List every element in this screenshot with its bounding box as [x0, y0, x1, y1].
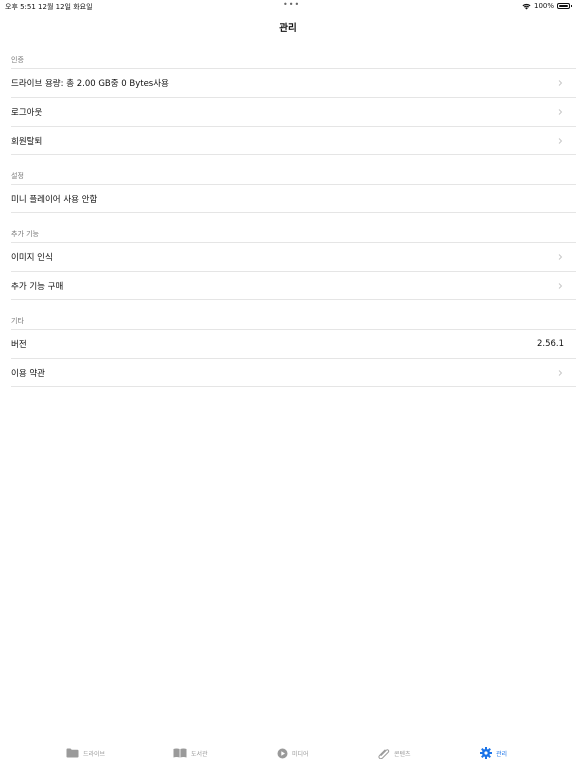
- gear-icon: [480, 747, 492, 759]
- row-purchase-features[interactable]: 추가 기능 구매: [11, 271, 576, 300]
- tab-media[interactable]: 미디어: [277, 746, 309, 760]
- row-logout[interactable]: 로그아웃: [11, 97, 576, 126]
- tab-label: 관리: [496, 750, 508, 758]
- page-title: 관리: [279, 23, 297, 34]
- tab-label: 콘텐츠: [394, 750, 411, 758]
- play-icon: [277, 748, 288, 758]
- row-withdraw-membership[interactable]: 회원탈퇴: [11, 126, 576, 155]
- settings-list: 인증 드라이브 용량: 총 2.00 GB중 0 Bytes사용 로그아웃 회원…: [11, 52, 576, 387]
- version-value: 2.56.1: [536, 339, 564, 349]
- row-label: 버전: [11, 340, 27, 350]
- row-image-recognition[interactable]: 이미지 인식: [11, 242, 576, 271]
- row-drive-storage[interactable]: 드라이브 용량: 총 2.00 GB중 0 Bytes사용: [11, 68, 576, 97]
- row-label: 드라이브 용량: 총 2.00 GB중 0 Bytes사용: [11, 79, 169, 89]
- tab-label: 도서관: [191, 750, 208, 758]
- row-terms-of-use[interactable]: 이용 약관: [11, 358, 576, 387]
- row-label: 이미지 인식: [11, 253, 53, 263]
- chevron-right-icon: [558, 370, 563, 376]
- status-bar: 오후 5:51 12월 12일 화요일 ••• 100%: [0, 0, 576, 12]
- book-icon: [173, 748, 187, 758]
- tab-drive[interactable]: 드라이브: [66, 746, 105, 760]
- battery-icon: [557, 3, 572, 9]
- folder-icon: [66, 748, 79, 758]
- multitasking-dots[interactable]: •••: [283, 0, 300, 9]
- section-header-other: 기타: [11, 317, 24, 325]
- row-label: 미니 플레이어 사용 안함: [11, 194, 98, 205]
- tab-library[interactable]: 도서관: [173, 746, 208, 760]
- status-time-date: 오후 5:51 12월 12일 화요일: [5, 3, 93, 11]
- row-label: 회원탈퇴: [11, 136, 43, 147]
- row-label: 이용 약관: [11, 368, 45, 379]
- status-right: 100%: [522, 2, 572, 10]
- chevron-right-icon: [558, 254, 563, 260]
- tab-label: 드라이브: [83, 750, 106, 758]
- chevron-right-icon: [558, 283, 563, 289]
- row-label: 로그아웃: [11, 108, 43, 118]
- tab-contents[interactable]: 콘텐츠: [378, 746, 411, 760]
- battery-percent: 100%: [533, 2, 554, 10]
- row-mini-player[interactable]: 미니 플레이어 사용 안함: [11, 184, 576, 213]
- tab-manage[interactable]: 관리: [480, 746, 507, 760]
- wifi-icon: [522, 3, 531, 9]
- section-header-auth: 인증: [11, 56, 24, 64]
- section-header-extra-features: 추가 기능: [11, 230, 39, 238]
- tab-bar: 드라이브 도서관 미디어 콘텐츠 관리: [0, 740, 576, 768]
- chevron-right-icon: [558, 109, 563, 115]
- tab-label: 미디어: [292, 750, 309, 758]
- row-label: 추가 기능 구매: [11, 281, 64, 292]
- chevron-right-icon: [558, 138, 563, 144]
- row-version: 버전 2.56.1: [11, 329, 576, 358]
- chevron-right-icon: [558, 80, 563, 86]
- paperclip-icon: [378, 749, 390, 759]
- section-header-settings: 설정: [11, 172, 24, 180]
